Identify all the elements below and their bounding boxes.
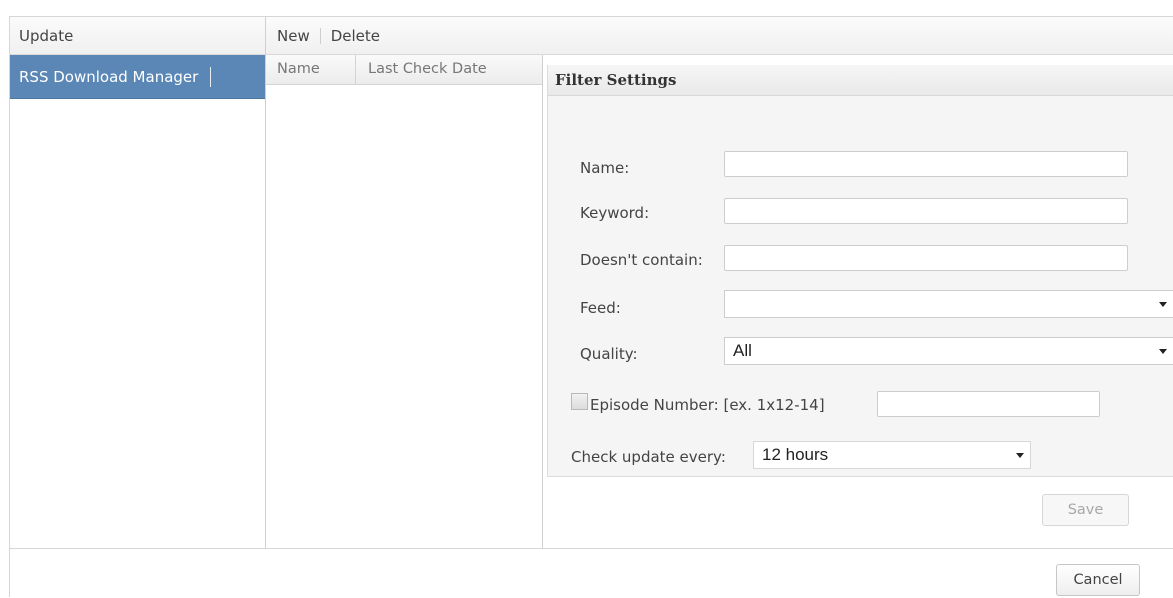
- keyword-label: Keyword:: [580, 204, 650, 222]
- new-button[interactable]: New: [277, 27, 310, 45]
- feed-select[interactable]: [724, 290, 1173, 318]
- feed-list: Name Last Check Date: [266, 55, 543, 548]
- feed-label: Feed:: [580, 299, 621, 317]
- column-header-last-check-date[interactable]: Last Check Date: [356, 55, 542, 84]
- save-button[interactable]: Save: [1042, 494, 1129, 526]
- column-header-name[interactable]: Name: [266, 55, 356, 84]
- quality-label: Quality:: [580, 345, 638, 363]
- sidebar-header: Update: [10, 17, 265, 55]
- doesnt-contain-label: Doesn't contain:: [580, 251, 703, 269]
- sidebar: Update RSS Download Manager: [10, 17, 266, 548]
- episode-number-checkbox[interactable]: [571, 393, 588, 410]
- rss-manager-window: Update RSS Download Manager New Delete N…: [9, 16, 1173, 598]
- delete-button[interactable]: Delete: [331, 27, 380, 45]
- check-update-select-value: 12 hours: [762, 445, 829, 464]
- name-input[interactable]: [724, 151, 1128, 177]
- check-update-select[interactable]: 12 hours: [753, 441, 1031, 469]
- episode-number-input[interactable]: [877, 391, 1100, 417]
- quality-select[interactable]: All: [724, 337, 1173, 365]
- text-caret: [210, 67, 211, 87]
- feed-list-header: Name Last Check Date: [266, 55, 542, 85]
- chevron-down-icon: [1159, 349, 1167, 354]
- chevron-down-icon: [1159, 302, 1167, 307]
- toolbar-divider: [319, 27, 321, 44]
- check-update-label: Check update every:: [571, 448, 726, 466]
- name-label: Name:: [580, 159, 630, 177]
- doesnt-contain-input[interactable]: [724, 245, 1128, 271]
- sidebar-item-label: RSS Download Manager: [19, 68, 199, 86]
- cancel-button[interactable]: Cancel: [1056, 564, 1140, 596]
- toolbar: New Delete: [266, 17, 1173, 55]
- filter-settings-title: Filter Settings: [548, 65, 1173, 96]
- sidebar-item-rss-download-manager[interactable]: RSS Download Manager: [10, 55, 265, 99]
- chevron-down-icon: [1016, 453, 1024, 458]
- keyword-input[interactable]: [724, 198, 1128, 224]
- filter-settings-panel: Filter Settings Name: Keyword: Doesn't c…: [547, 65, 1173, 477]
- quality-select-value: All: [733, 341, 752, 360]
- episode-number-label: Episode Number: [ex. 1x12-14]: [590, 396, 825, 414]
- dialog-footer: Cancel: [10, 548, 1173, 598]
